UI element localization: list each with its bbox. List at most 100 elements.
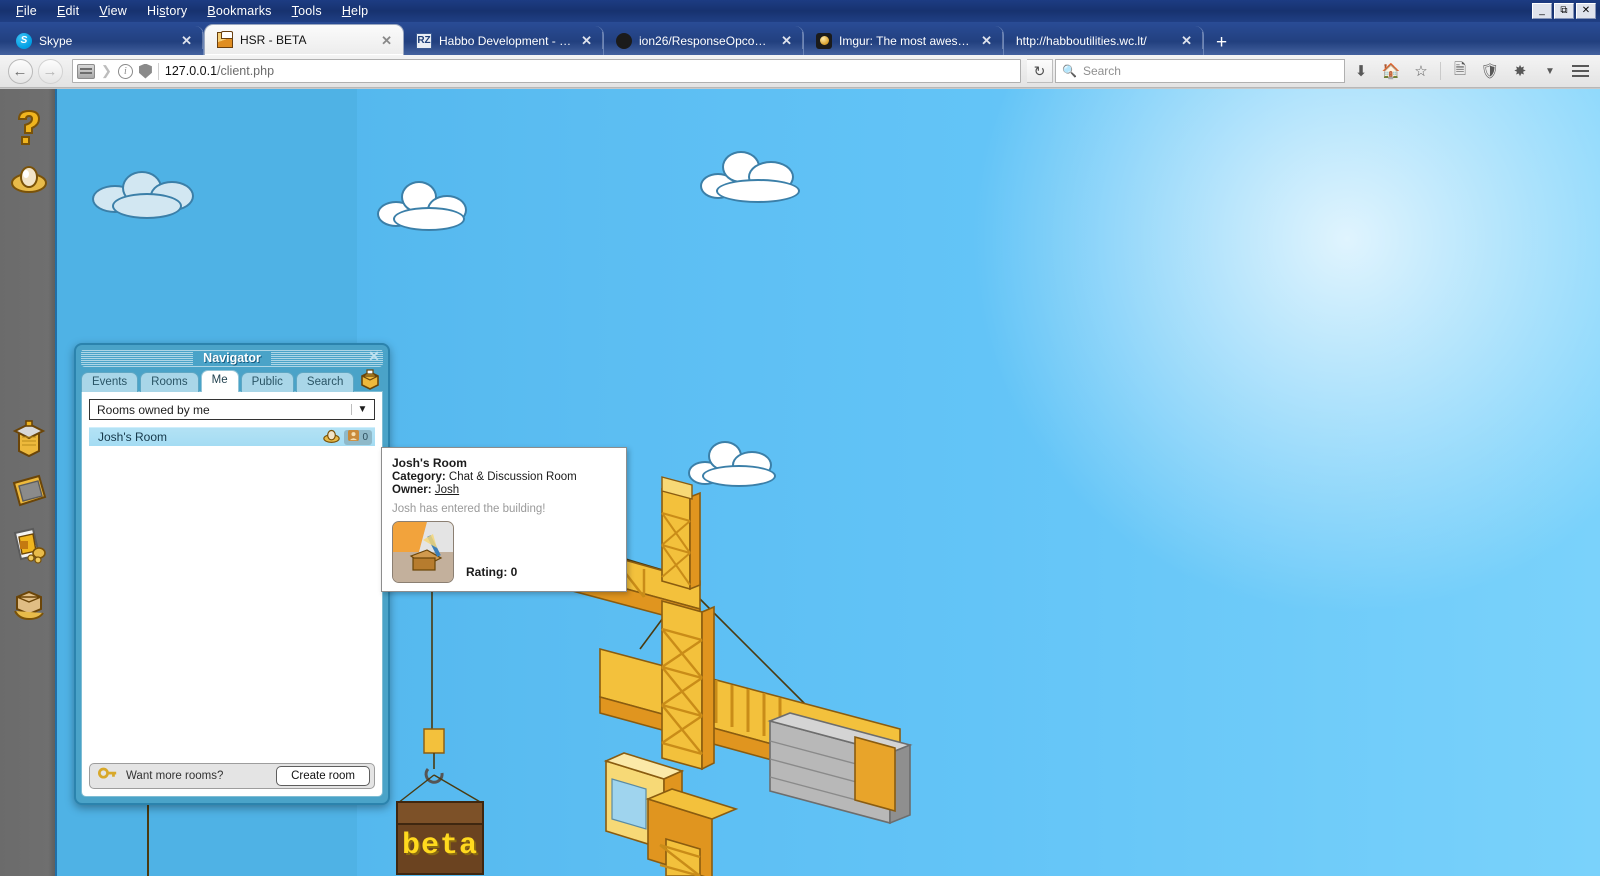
addons-icon[interactable]: ✸ [1506,58,1534,84]
toolbar-divider [1440,62,1441,80]
download-icon[interactable]: ⬇ [1347,58,1375,84]
window-controls: _ ⧉ ✕ [1532,3,1596,19]
tab-imgur[interactable]: Imgur: The most awesome im... ✕ [804,26,1004,55]
client-left-toolbar [0,89,57,876]
tab-close-icon[interactable]: ✕ [778,34,795,47]
tab-close-icon[interactable]: ✕ [1178,34,1195,47]
navigator-footer: Want more rooms? Create room [89,763,375,789]
room-info-popup: Josh's Room Category: Chat & Discussion … [381,447,627,592]
url-text: 127.0.0.1/client.php [165,64,1016,78]
menu-history[interactable]: History [137,2,197,20]
menu-edit[interactable]: Edit [47,2,89,20]
skype-icon: S [16,32,32,49]
tab-habbo-development[interactable]: RZ Habbo Development - RaGEZ... ✕ [404,26,604,55]
tab-close-icon[interactable]: ✕ [978,34,995,47]
menu-file[interactable]: FFileile [6,2,47,20]
page-info-icon[interactable]: i [117,63,133,79]
reading-list-icon[interactable]: 🗎 [1446,58,1474,84]
rating-value: 0 [510,565,518,579]
navigator-window[interactable]: Navigator ✕ Events Rooms Me Public Searc… [74,343,390,805]
back-button[interactable]: ← [6,58,34,84]
close-button[interactable]: ✕ [1576,3,1596,19]
navigator-title: Navigator [193,351,271,365]
tab-close-icon[interactable]: ✕ [578,34,595,47]
url-host: 127.0.0.1 [164,64,218,78]
menu-tools[interactable]: Tools [282,2,332,20]
url-bar[interactable]: ❯ i 127.0.0.1/client.php [72,59,1021,83]
tab-habboutilities[interactable]: http://habboutilities.wc.lt/ ✕ [1004,26,1204,55]
search-icon: 🔍 [1062,64,1077,78]
tab-label: ion26/ResponseOpcodes.cs a... [639,33,771,48]
github-icon [616,32,632,49]
footer-text: Want more rooms? [126,770,224,782]
imgur-icon [816,32,832,49]
rating-label: Rating: [466,565,508,579]
url-path: /client.php [217,64,275,78]
tab-github-opcodes[interactable]: ion26/ResponseOpcodes.cs a... ✕ [604,26,804,55]
tab-events[interactable]: Events [81,372,139,392]
tab-search[interactable]: Search [295,372,355,392]
ragezone-icon: RZ [416,32,432,49]
restore-button[interactable]: ⧉ [1554,3,1574,19]
room-filter-value: Rooms owned by me [97,402,210,417]
star-bookmark-icon[interactable]: ☆ [1407,58,1435,84]
new-tab-button[interactable]: + [1204,33,1239,55]
habbo-client: beta Navigator ✕ Events Rooms Me Public … [0,89,1600,876]
trade-box-icon[interactable] [9,585,49,625]
minimize-button[interactable]: _ [1532,3,1552,19]
room-name: Josh's Room [98,430,167,444]
create-room-button[interactable]: Create room [276,766,370,786]
chevron-down-icon[interactable]: ▼ [351,404,373,415]
tab-close-icon[interactable]: ✕ [178,34,195,47]
room-info-category: Category: Chat & Discussion Room [392,471,616,483]
help-question-icon[interactable] [9,107,49,147]
tab-hsr-beta[interactable]: HSR - BETA ✕ [204,24,404,55]
key-icon [98,766,118,787]
nest-egg-icon [323,429,341,446]
forward-button[interactable]: → [36,58,64,84]
navigator-titlebar[interactable]: Navigator ✕ [81,349,383,367]
site-identity-icon[interactable] [77,63,95,79]
browser-window: FFileile Edit View History Bookmarks Too… [0,0,1600,876]
reload-button[interactable]: ↻ [1027,59,1053,83]
category-label: Category: [392,471,446,483]
room-info-description: Josh has entered the building! [392,503,546,515]
tab-label: HSR - BETA [240,33,307,47]
chevron-right-icon: ❯ [101,63,112,78]
chevron-down-icon[interactable]: ▼ [1536,58,1564,84]
habbo-box-icon[interactable] [359,369,381,391]
tab-label: http://habboutilities.wc.lt/ [1016,33,1147,48]
catalogue-coins-icon[interactable] [9,525,49,565]
habbo-box-icon [217,31,233,48]
tab-me[interactable]: Me [200,370,239,392]
picture-frame-icon[interactable] [9,471,49,511]
dispenser-icon[interactable] [9,419,49,459]
room-info-owner: Owner: Josh [392,484,616,496]
tab-close-icon[interactable]: ✕ [378,34,395,47]
tab-strip: S Skype ✕ HSR - BETA ✕ RZ Habbo Developm… [0,22,1600,55]
room-info-title: Josh's Room [392,456,467,470]
menu-help[interactable]: Help [332,2,379,20]
room-user-badge: 0 [344,429,372,445]
tab-rooms[interactable]: Rooms [140,372,199,392]
beta-sign-text: beta [401,829,478,863]
navigation-toolbar: ← → ❯ i 127.0.0.1/client.php ↻ 🔍 Search … [0,55,1600,88]
tracking-shield-icon[interactable] [138,63,152,79]
close-icon[interactable]: ✕ [367,349,381,364]
navigator-body: Rooms owned by me ▼ Josh's Room 0 Want m… [81,391,383,797]
menu-bookmarks[interactable]: Bookmarks [197,2,281,20]
search-bar[interactable]: 🔍 Search [1055,59,1345,83]
room-list-item[interactable]: Josh's Room 0 [89,427,375,446]
tab-skype[interactable]: S Skype ✕ [4,26,204,55]
menu-view[interactable]: View [89,2,137,20]
url-divider [157,62,159,80]
nest-egg-icon[interactable] [9,157,49,197]
tab-label: Skype [39,33,73,48]
tab-public[interactable]: Public [240,372,294,392]
owner-link[interactable]: Josh [435,484,459,496]
menu-hamburger-icon[interactable] [1566,58,1594,84]
pocket-icon[interactable]: 🛡 [1476,58,1504,84]
room-info-bottom: Rating: 0 [392,521,616,583]
room-filter-select[interactable]: Rooms owned by me ▼ [89,399,375,420]
home-icon[interactable]: 🏠 [1377,58,1405,84]
